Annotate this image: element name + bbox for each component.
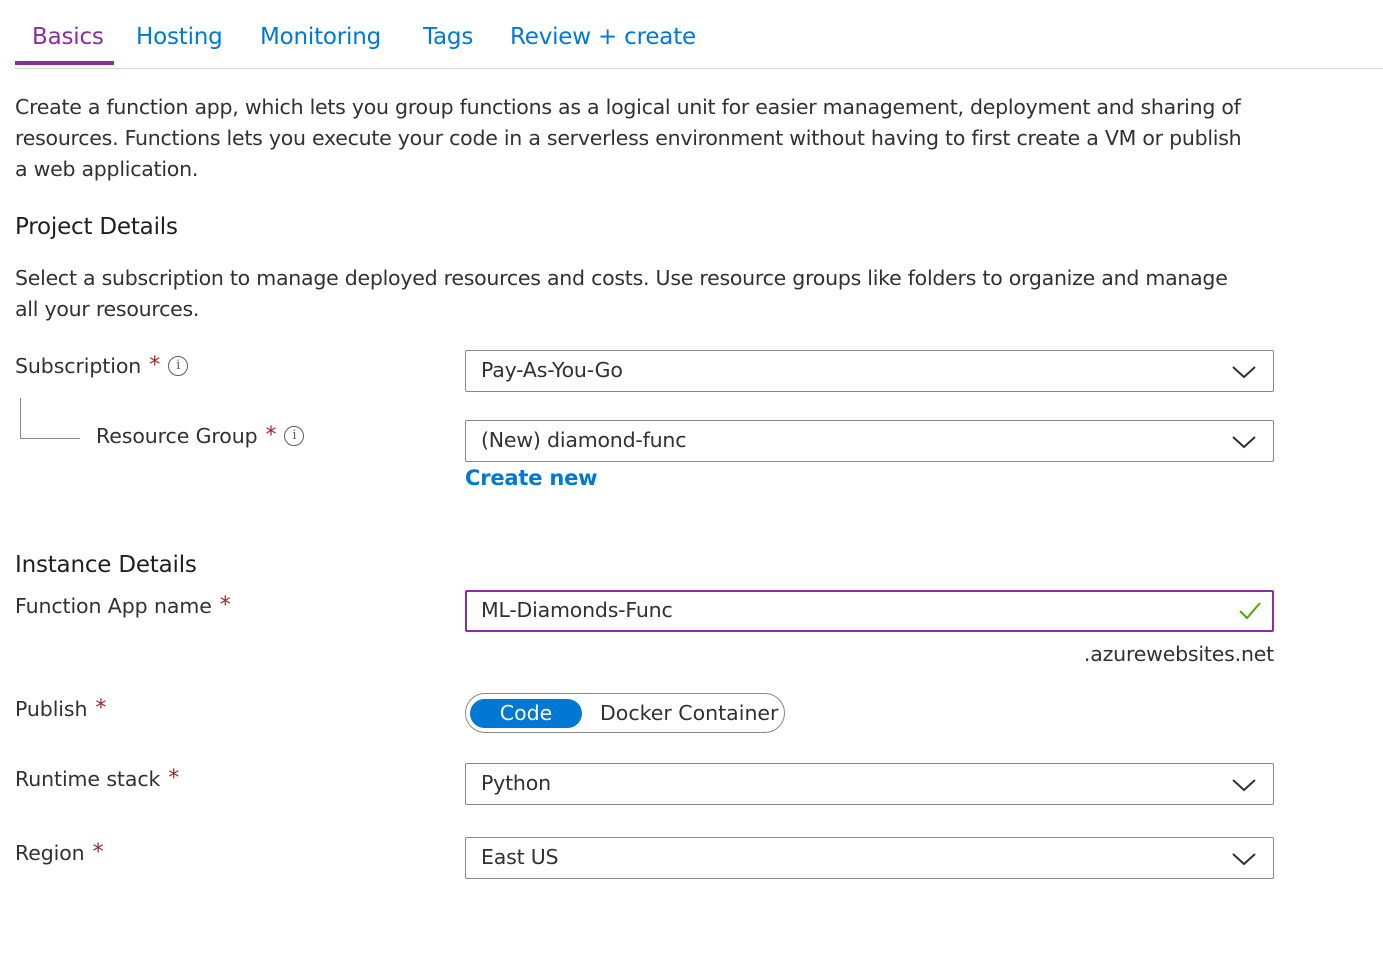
project-details-description: Select a subscription to manage deployed… <box>15 263 1228 325</box>
chevron-down-icon <box>1232 779 1256 792</box>
region-label: Region * <box>15 840 104 865</box>
tab-review-create[interactable]: Review + create <box>510 24 696 50</box>
create-new-link[interactable]: Create new <box>465 466 598 490</box>
publish-option-code[interactable]: Code <box>470 699 582 728</box>
resource-group-label-text: Resource Group <box>96 423 258 448</box>
info-icon[interactable]: i <box>284 425 305 446</box>
required-asterisk: * <box>149 353 161 378</box>
runtime-stack-dropdown[interactable]: Python <box>465 763 1274 805</box>
description-line: all your resources. <box>15 297 200 321</box>
info-icon[interactable]: i <box>168 355 189 376</box>
subscription-label: Subscription * i <box>15 353 189 378</box>
function-app-name-label: Function App name * <box>15 593 231 618</box>
required-asterisk: * <box>168 766 180 791</box>
checkmark-icon <box>1239 602 1261 620</box>
runtime-stack-label-text: Runtime stack <box>15 766 161 791</box>
chevron-down-icon <box>1232 853 1256 866</box>
project-details-title: Project Details <box>15 214 178 240</box>
publish-option-docker[interactable]: Docker Container <box>600 699 778 728</box>
description-line: Select a subscription to manage deployed… <box>15 266 1228 290</box>
active-tab-indicator <box>15 61 114 65</box>
region-label-text: Region <box>15 840 85 865</box>
subscription-value: Pay-As-You-Go <box>481 358 623 382</box>
required-asterisk: * <box>219 593 231 618</box>
publish-toggle: Code Docker Container <box>465 693 785 733</box>
function-app-name-input[interactable]: ML-Diamonds-Func <box>465 590 1274 632</box>
publish-label: Publish * <box>15 696 106 721</box>
publish-label-text: Publish <box>15 696 88 721</box>
domain-suffix: .azurewebsites.net <box>1083 642 1274 666</box>
runtime-stack-value: Python <box>481 771 551 795</box>
intro-line: a web application. <box>15 157 199 181</box>
tab-basics[interactable]: Basics <box>32 24 104 50</box>
runtime-stack-label: Runtime stack * <box>15 766 179 791</box>
region-value: East US <box>481 845 559 869</box>
required-asterisk: * <box>265 423 277 448</box>
region-dropdown[interactable]: East US <box>465 837 1274 879</box>
intro-line: resources. Functions lets you execute yo… <box>15 126 1242 150</box>
resource-group-value: (New) diamond-func <box>481 428 687 452</box>
subscription-dropdown[interactable]: Pay-As-You-Go <box>465 350 1274 392</box>
chevron-down-icon <box>1232 436 1256 449</box>
function-app-name-value: ML-Diamonds-Func <box>481 598 673 622</box>
tab-tags[interactable]: Tags <box>423 24 473 50</box>
required-asterisk: * <box>95 696 107 721</box>
tab-hosting[interactable]: Hosting <box>136 24 223 50</box>
intro-description: Create a function app, which lets you gr… <box>15 92 1242 185</box>
intro-line: Create a function app, which lets you gr… <box>15 95 1241 119</box>
tab-monitoring[interactable]: Monitoring <box>260 24 381 50</box>
tab-bar: Basics Hosting Monitoring Tags Review + … <box>15 0 1383 69</box>
subscription-label-text: Subscription <box>15 353 142 378</box>
resource-group-dropdown[interactable]: (New) diamond-func <box>465 420 1274 462</box>
instance-details-title: Instance Details <box>15 552 197 578</box>
required-asterisk: * <box>92 840 104 865</box>
tree-connector <box>20 398 80 439</box>
chevron-down-icon <box>1232 366 1256 379</box>
function-app-name-label-text: Function App name <box>15 593 212 618</box>
resource-group-label: Resource Group * i <box>96 423 305 448</box>
